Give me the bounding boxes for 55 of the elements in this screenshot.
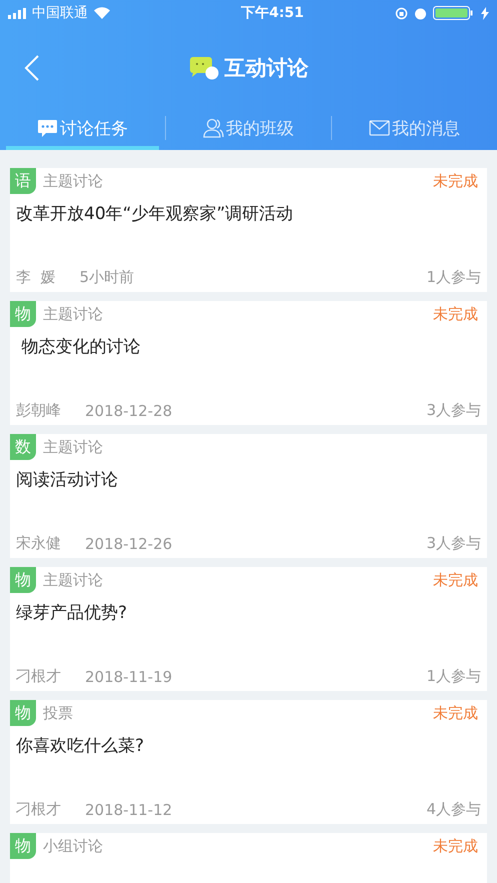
battery-icon: [433, 6, 475, 20]
carrier-name: 中国联通: [32, 4, 88, 22]
wifi-icon: [94, 7, 110, 19]
author-name: 刁根才: [16, 800, 61, 819]
subject-tag: 物: [10, 567, 36, 593]
author-name: 宋永健: [16, 534, 61, 553]
task-status: 未完成: [433, 172, 478, 190]
participant-count: 4人参与: [426, 800, 481, 819]
participant-count: 3人参与: [426, 534, 481, 553]
subject-tag: 物: [10, 833, 36, 859]
subject-tag: 物: [10, 301, 36, 327]
clock-time: 下午4:51: [241, 4, 304, 22]
post-time: 2018-12-26: [85, 534, 174, 552]
participant-count: 1人参与: [426, 268, 481, 287]
task-card[interactable]: 物 主题讨论 未完成 物态变化的讨论 彭朝峰 2018-12-28 3人参与: [10, 301, 487, 425]
task-title: 物态变化的讨论: [20, 336, 142, 359]
task-type: 主题讨论: [43, 172, 104, 190]
chat-bubbles-icon: [188, 56, 218, 80]
task-status: 未完成: [433, 304, 478, 324]
task-title: 绿芽产品优势?: [15, 602, 128, 625]
task-status: 未完成: [433, 570, 478, 590]
subject-tag: 物: [10, 700, 36, 726]
participant-count: 3人参与: [426, 401, 481, 420]
task-card[interactable]: 语 主题讨论 未完成 改革开放40年“少年观察家”调研活动 李 媛 5小时前 1人参与: [10, 168, 487, 292]
author-name: 李 媛: [16, 268, 56, 287]
author-name: 刁根才: [16, 667, 61, 686]
task-title: 阅读活动讨论: [15, 469, 119, 492]
post-time: 2018-11-19: [85, 668, 174, 686]
task-card[interactable]: 数 主题讨论 阅读活动讨论 宋永健 2018-12-26 3人参与: [10, 434, 487, 558]
task-type: 主题讨论: [43, 304, 104, 324]
post-time: 5小时前: [80, 268, 136, 287]
task-type: 主题讨论: [43, 570, 104, 590]
subject-tag: 数: [10, 434, 36, 460]
page-title: 互动讨论: [224, 55, 308, 82]
author-name: 彭朝峰: [16, 401, 61, 420]
charging-icon: [481, 6, 489, 20]
signal-icon: [8, 8, 26, 18]
post-time: 2018-12-28: [85, 402, 174, 420]
back-button[interactable]: [24, 54, 40, 82]
task-title: 改革开放40年“少年观察家”调研活动: [15, 203, 294, 226]
task-type: 主题讨论: [43, 438, 104, 456]
participant-count: 1人参与: [426, 667, 481, 686]
people-icon: [203, 118, 224, 138]
task-card[interactable]: 物 投票 未完成 你喜欢吃什么菜? 刁根才 2018-11-12 4人参与: [10, 700, 487, 824]
task-type: 投票: [43, 704, 74, 722]
task-status: 未完成: [433, 836, 478, 856]
task-status: 未完成: [433, 704, 478, 722]
subject-tag: 语: [10, 168, 36, 194]
post-time: 2018-11-12: [85, 800, 174, 818]
rotation-lock-icon: [395, 6, 408, 20]
chat-icon: [37, 118, 58, 138]
task-type: 小组讨论: [43, 836, 104, 856]
task-card[interactable]: 物 主题讨论 未完成 绿芽产品优势? 刁根才 2018-11-19 1人参与: [10, 567, 487, 691]
mail-icon: [369, 120, 390, 136]
task-title: 你喜欢吃什么菜?: [15, 735, 146, 758]
